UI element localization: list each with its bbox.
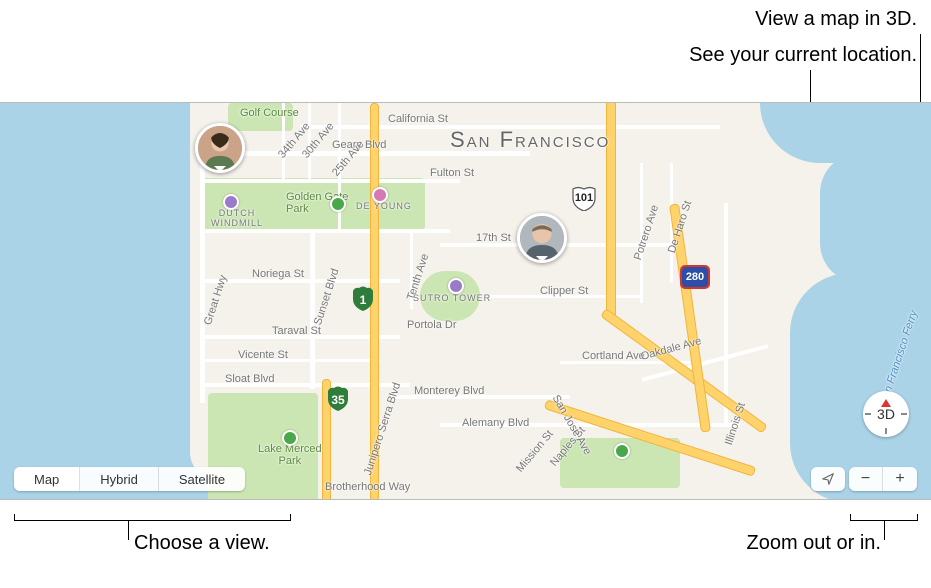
label-noriega: Noriega St xyxy=(252,268,304,280)
segment-map[interactable]: Map xyxy=(14,467,80,491)
location-arrow-icon xyxy=(821,472,835,486)
leader-zoom-vL xyxy=(850,514,851,521)
map-view-segmented: Map Hybrid Satellite xyxy=(14,467,245,491)
road-illinois xyxy=(724,203,728,423)
segment-hybrid[interactable]: Hybrid xyxy=(80,467,159,491)
leader-zoom-vM xyxy=(884,520,885,540)
label-vicente: Vicente St xyxy=(238,349,288,361)
label-portola: Portola Dr xyxy=(407,319,457,331)
shield-ca-1: 1 xyxy=(351,285,375,311)
callout-3d: View a map in 3D. xyxy=(755,8,917,31)
compass-tick xyxy=(885,428,887,434)
leader-chooseview-vL xyxy=(14,514,15,521)
poi-windmill-icon xyxy=(223,194,239,210)
leader-chooseview-h xyxy=(14,520,290,521)
poi-sutro-icon xyxy=(448,278,464,294)
label-golf: Golf Course xyxy=(240,107,299,119)
road-fulton xyxy=(200,179,460,183)
label-sutro: SUTRO TOWER xyxy=(413,293,491,303)
map-view[interactable]: San Francisco Golf Course California St … xyxy=(0,102,931,500)
leader-chooseview-vM xyxy=(128,520,129,540)
compass-3d-button[interactable]: 3D xyxy=(863,391,909,437)
label-city: San Francisco xyxy=(450,127,610,153)
label-clipper: Clipper St xyxy=(540,285,588,297)
avatar-person-1[interactable] xyxy=(195,123,245,173)
segment-satellite[interactable]: Satellite xyxy=(159,467,245,491)
poi-ggpark-icon xyxy=(330,196,346,212)
road-greathwy xyxy=(200,143,205,403)
compass-label: 3D xyxy=(877,406,895,422)
label-california: California St xyxy=(388,113,448,125)
label-fulton: Fulton St xyxy=(430,167,474,179)
road-sunset xyxy=(310,229,315,389)
label-dutch-windmill: DUTCH WINDMILL xyxy=(211,208,263,228)
label-taraval: Taraval St xyxy=(272,325,321,337)
compass-tick xyxy=(901,413,907,415)
label-lakemerced: Lake Merced Park xyxy=(258,443,322,467)
locate-button[interactable] xyxy=(811,467,845,491)
poi-deyoung-icon xyxy=(372,187,388,203)
avatar-person-2[interactable] xyxy=(517,213,567,263)
label-brotherhood: Brotherhood Way xyxy=(325,481,410,493)
bay-cut-2 xyxy=(820,153,931,283)
zoom-in-button[interactable]: + xyxy=(883,467,917,491)
shield-us-101: 101 xyxy=(571,185,597,211)
callout-zoom: Zoom out or in. xyxy=(746,532,881,555)
poi-mclaren-icon xyxy=(614,443,630,459)
label-17th: 17th St xyxy=(476,232,511,244)
label-deyoung: DE YOUNG xyxy=(356,201,412,211)
bay-cut-3 xyxy=(790,273,931,500)
compass-tick xyxy=(865,413,871,415)
poi-lakemerced-icon xyxy=(282,430,298,446)
shield-ca-35: 35 xyxy=(326,385,350,411)
callout-location: See your current location. xyxy=(689,44,917,67)
label-cortland: Cortland Ave xyxy=(582,350,645,362)
compass-north-indicator xyxy=(881,394,891,407)
leader-chooseview-vR xyxy=(290,514,291,521)
zoom-out-button[interactable]: − xyxy=(849,467,883,491)
road-vicente xyxy=(200,359,380,362)
leader-zoom-vR xyxy=(917,514,918,521)
label-monterey: Monterey Blvd xyxy=(414,385,484,397)
callout-chooseview: Choose a view. xyxy=(134,532,270,555)
zoom-controls: − + xyxy=(849,467,917,491)
shield-is-280: 280 xyxy=(680,265,710,289)
label-alemany: Alemany Blvd xyxy=(462,417,529,429)
label-sloat: Sloat Blvd xyxy=(225,373,275,385)
